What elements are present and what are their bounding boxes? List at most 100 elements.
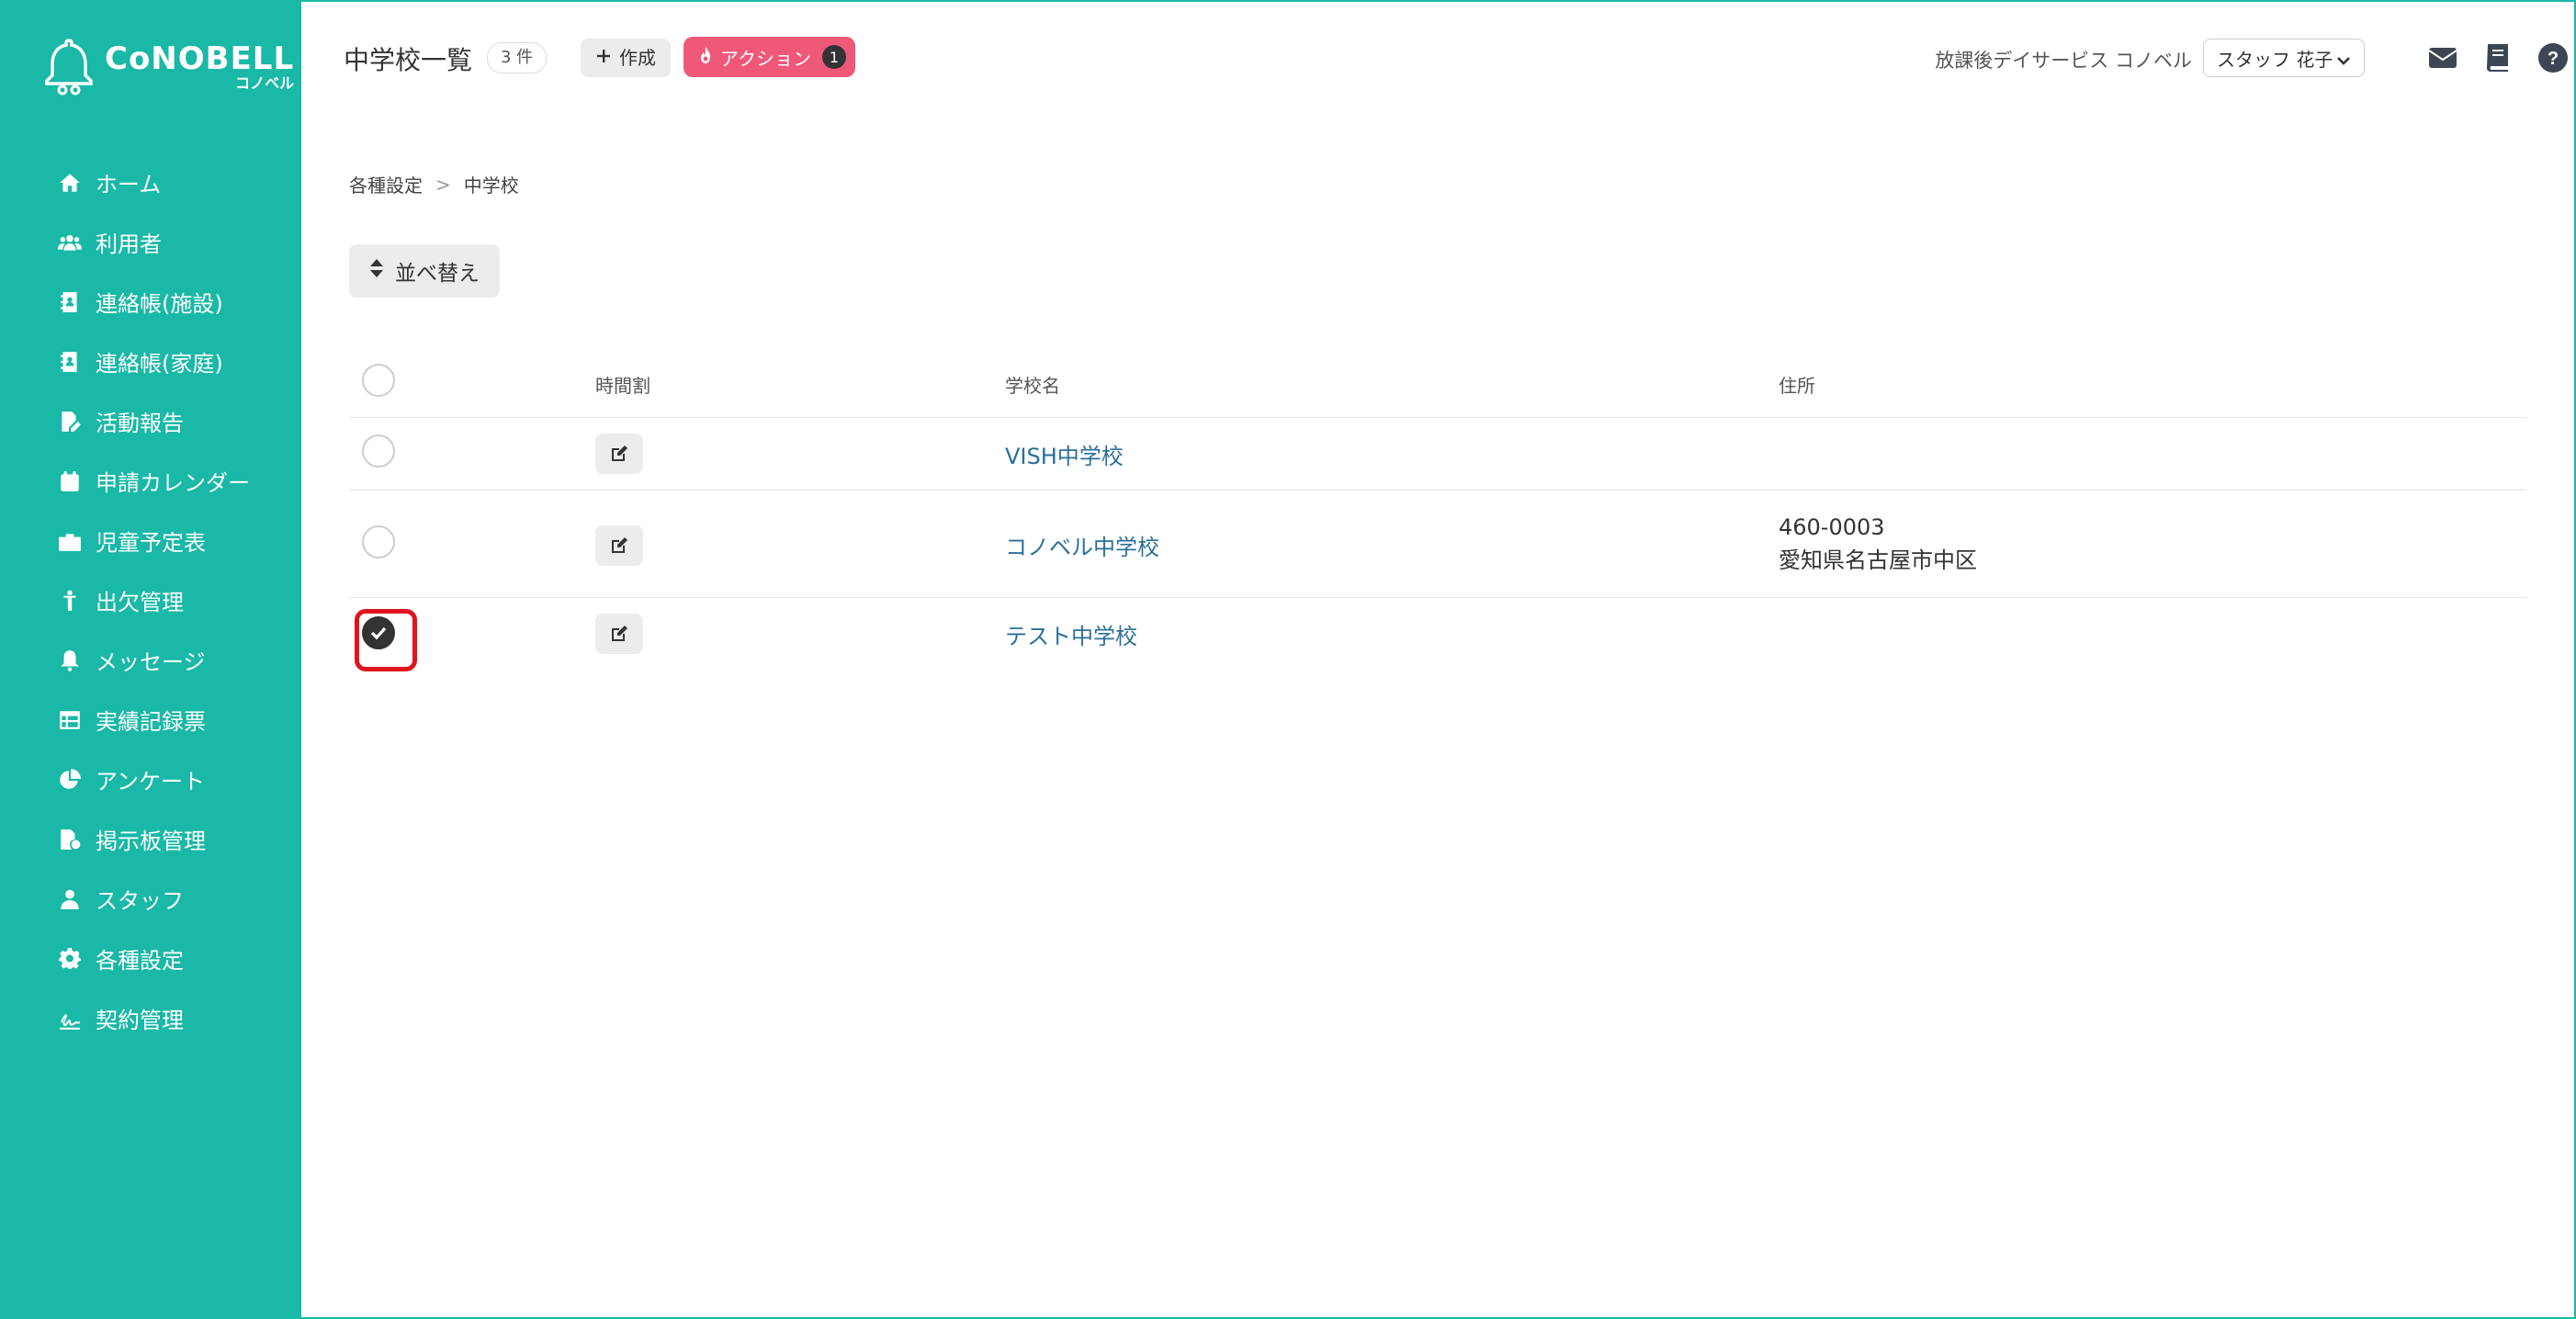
sidebar-item-messages[interactable]: メッセージ	[2, 630, 301, 690]
contact-book-icon	[57, 349, 83, 375]
sidebar-item-label: 児童予定表	[96, 530, 206, 556]
table-row: VISH中学校	[349, 418, 2526, 490]
school-name-link[interactable]: テスト中学校	[1005, 624, 1137, 649]
book-icon[interactable]	[2482, 42, 2514, 73]
contact-book-icon	[57, 289, 83, 315]
header-timetable: 時間割	[595, 375, 650, 397]
fire-icon	[696, 45, 715, 70]
table-icon	[57, 707, 83, 733]
selection-highlight	[355, 609, 417, 671]
edit-timetable-button[interactable]	[595, 614, 643, 654]
plus-icon	[595, 39, 612, 77]
logo-text: CoNOBELL	[105, 40, 295, 77]
sidebar-item-contract[interactable]: 契約管理	[2, 988, 301, 1048]
table-header: 時間割 学校名 住所	[349, 351, 2526, 418]
sidebar-item-request-calendar[interactable]: 申請カレンダー	[2, 451, 301, 511]
sidebar-nav: ホーム 利用者 連絡帳(施設) 連絡帳(家庭) 活動報告 申請カレンダー 児童予…	[2, 152, 301, 1048]
help-icon[interactable]: ?	[2537, 42, 2569, 73]
table-row: コノベル中学校 460-0003 愛知県名古屋市中区	[349, 490, 2526, 598]
header: 中学校一覧 3 件 作成 アクション 1 放課後デイサービス コノベル スタッフ…	[301, 2, 2574, 112]
school-name-link[interactable]: VISH中学校	[1005, 444, 1124, 469]
sidebar-item-child-schedule[interactable]: 児童予定表	[2, 511, 301, 570]
sidebar-item-label: 活動報告	[96, 411, 184, 436]
row-checkbox[interactable]	[362, 525, 395, 558]
sort-button-label: 並べ替え	[395, 262, 480, 286]
report-icon	[57, 409, 83, 434]
sidebar-item-settings[interactable]: 各種設定	[2, 929, 301, 988]
sidebar-item-label: 申請カレンダー	[96, 470, 250, 496]
edit-timetable-button[interactable]	[595, 525, 643, 566]
sidebar-item-users[interactable]: 利用者	[2, 212, 301, 272]
sidebar-item-label: 利用者	[96, 231, 162, 257]
pie-chart-icon	[57, 767, 83, 793]
action-button-label: アクション	[720, 47, 811, 70]
row-checkbox[interactable]	[362, 434, 395, 468]
svg-text:?: ?	[2548, 49, 2559, 69]
calendar-icon	[57, 468, 83, 494]
logo-subtext: コノベル	[235, 74, 295, 92]
users-icon	[57, 230, 83, 255]
sidebar-item-performance-record[interactable]: 実績記録票	[2, 690, 301, 750]
schedule-icon	[57, 528, 83, 554]
school-name-link[interactable]: コノベル中学校	[1005, 535, 1159, 560]
chevron-down-icon	[2336, 51, 2351, 73]
header-school-name: 学校名	[1005, 375, 1060, 397]
sidebar-item-label: アンケート	[96, 769, 206, 795]
home-icon	[57, 170, 83, 196]
sort-icon	[369, 257, 384, 285]
mail-icon[interactable]	[2427, 42, 2458, 73]
edit-timetable-button[interactable]	[595, 434, 643, 474]
board-icon	[57, 827, 83, 852]
action-button[interactable]: アクション 1	[684, 37, 855, 77]
breadcrumb-parent[interactable]: 各種設定	[349, 171, 423, 197]
edit-icon	[612, 445, 627, 461]
breadcrumb-current: 中学校	[463, 175, 519, 197]
sidebar-item-label: 契約管理	[96, 1008, 184, 1033]
sidebar-item-contact-book-facility[interactable]: 連絡帳(施設)	[2, 272, 301, 332]
table-row: テスト中学校	[349, 598, 2526, 671]
header-address: 住所	[1779, 375, 1815, 397]
sidebar-item-label: スタッフ	[96, 888, 184, 914]
sidebar-item-home[interactable]: ホーム	[2, 152, 301, 212]
facility-name: 放課後デイサービス コノベル	[1935, 50, 2192, 72]
create-button-label: 作成	[619, 47, 656, 69]
sidebar-item-staff[interactable]: スタッフ	[2, 869, 301, 929]
bell-icon	[57, 648, 83, 673]
page-title: 中学校一覧	[344, 45, 473, 75]
attendance-icon	[57, 588, 83, 614]
select-all-checkbox[interactable]	[362, 364, 395, 397]
sidebar-item-label: メッセージ	[96, 649, 206, 675]
action-count-badge: 1	[822, 45, 846, 69]
address-text: 愛知県名古屋市中区	[1779, 547, 1977, 573]
postal-code: 460-0003	[1779, 514, 1885, 540]
staff-select-value: スタッフ 花子	[2217, 48, 2333, 71]
sidebar-item-label: 各種設定	[96, 948, 184, 974]
sort-button[interactable]: 並べ替え	[349, 244, 500, 298]
edit-icon	[612, 537, 627, 553]
app-window: CoNOBELL コノベル ホーム 利用者 連絡帳(施設) 連絡帳(家庭) 活動…	[0, 0, 2576, 1319]
sidebar: CoNOBELL コノベル ホーム 利用者 連絡帳(施設) 連絡帳(家庭) 活動…	[2, 2, 301, 1317]
sidebar-item-label: ホーム	[96, 172, 162, 197]
sidebar-item-attendance[interactable]: 出欠管理	[2, 570, 301, 630]
gear-icon	[57, 946, 83, 972]
staff-select[interactable]: スタッフ 花子	[2203, 39, 2365, 77]
sidebar-item-label: 掲示板管理	[96, 829, 206, 854]
sidebar-item-activity-report[interactable]: 活動報告	[2, 391, 301, 451]
sidebar-item-label: 連絡帳(家庭)	[96, 351, 223, 377]
edit-icon	[612, 626, 627, 641]
sidebar-item-contact-book-home[interactable]: 連絡帳(家庭)	[2, 332, 301, 391]
sidebar-item-label: 実績記録票	[96, 709, 206, 735]
sidebar-item-survey[interactable]: アンケート	[2, 750, 301, 809]
sidebar-item-label: 連絡帳(施設)	[96, 291, 223, 317]
bell-logo-icon	[45, 39, 93, 96]
sidebar-item-label: 出欠管理	[96, 590, 184, 615]
create-button[interactable]: 作成	[581, 39, 671, 77]
breadcrumb-separator: >	[435, 173, 451, 196]
sidebar-item-board-management[interactable]: 掲示板管理	[2, 809, 301, 869]
count-badge: 3 件	[487, 42, 548, 73]
staff-icon	[57, 886, 83, 912]
schools-table: 時間割 学校名 住所 VISH中学校 コノベル中学校 460-0003 愛知県名…	[349, 351, 2526, 671]
logo[interactable]: CoNOBELL コノベル	[42, 35, 294, 99]
breadcrumb: 各種設定 > 中学校	[349, 171, 519, 197]
contract-icon	[57, 1006, 83, 1032]
